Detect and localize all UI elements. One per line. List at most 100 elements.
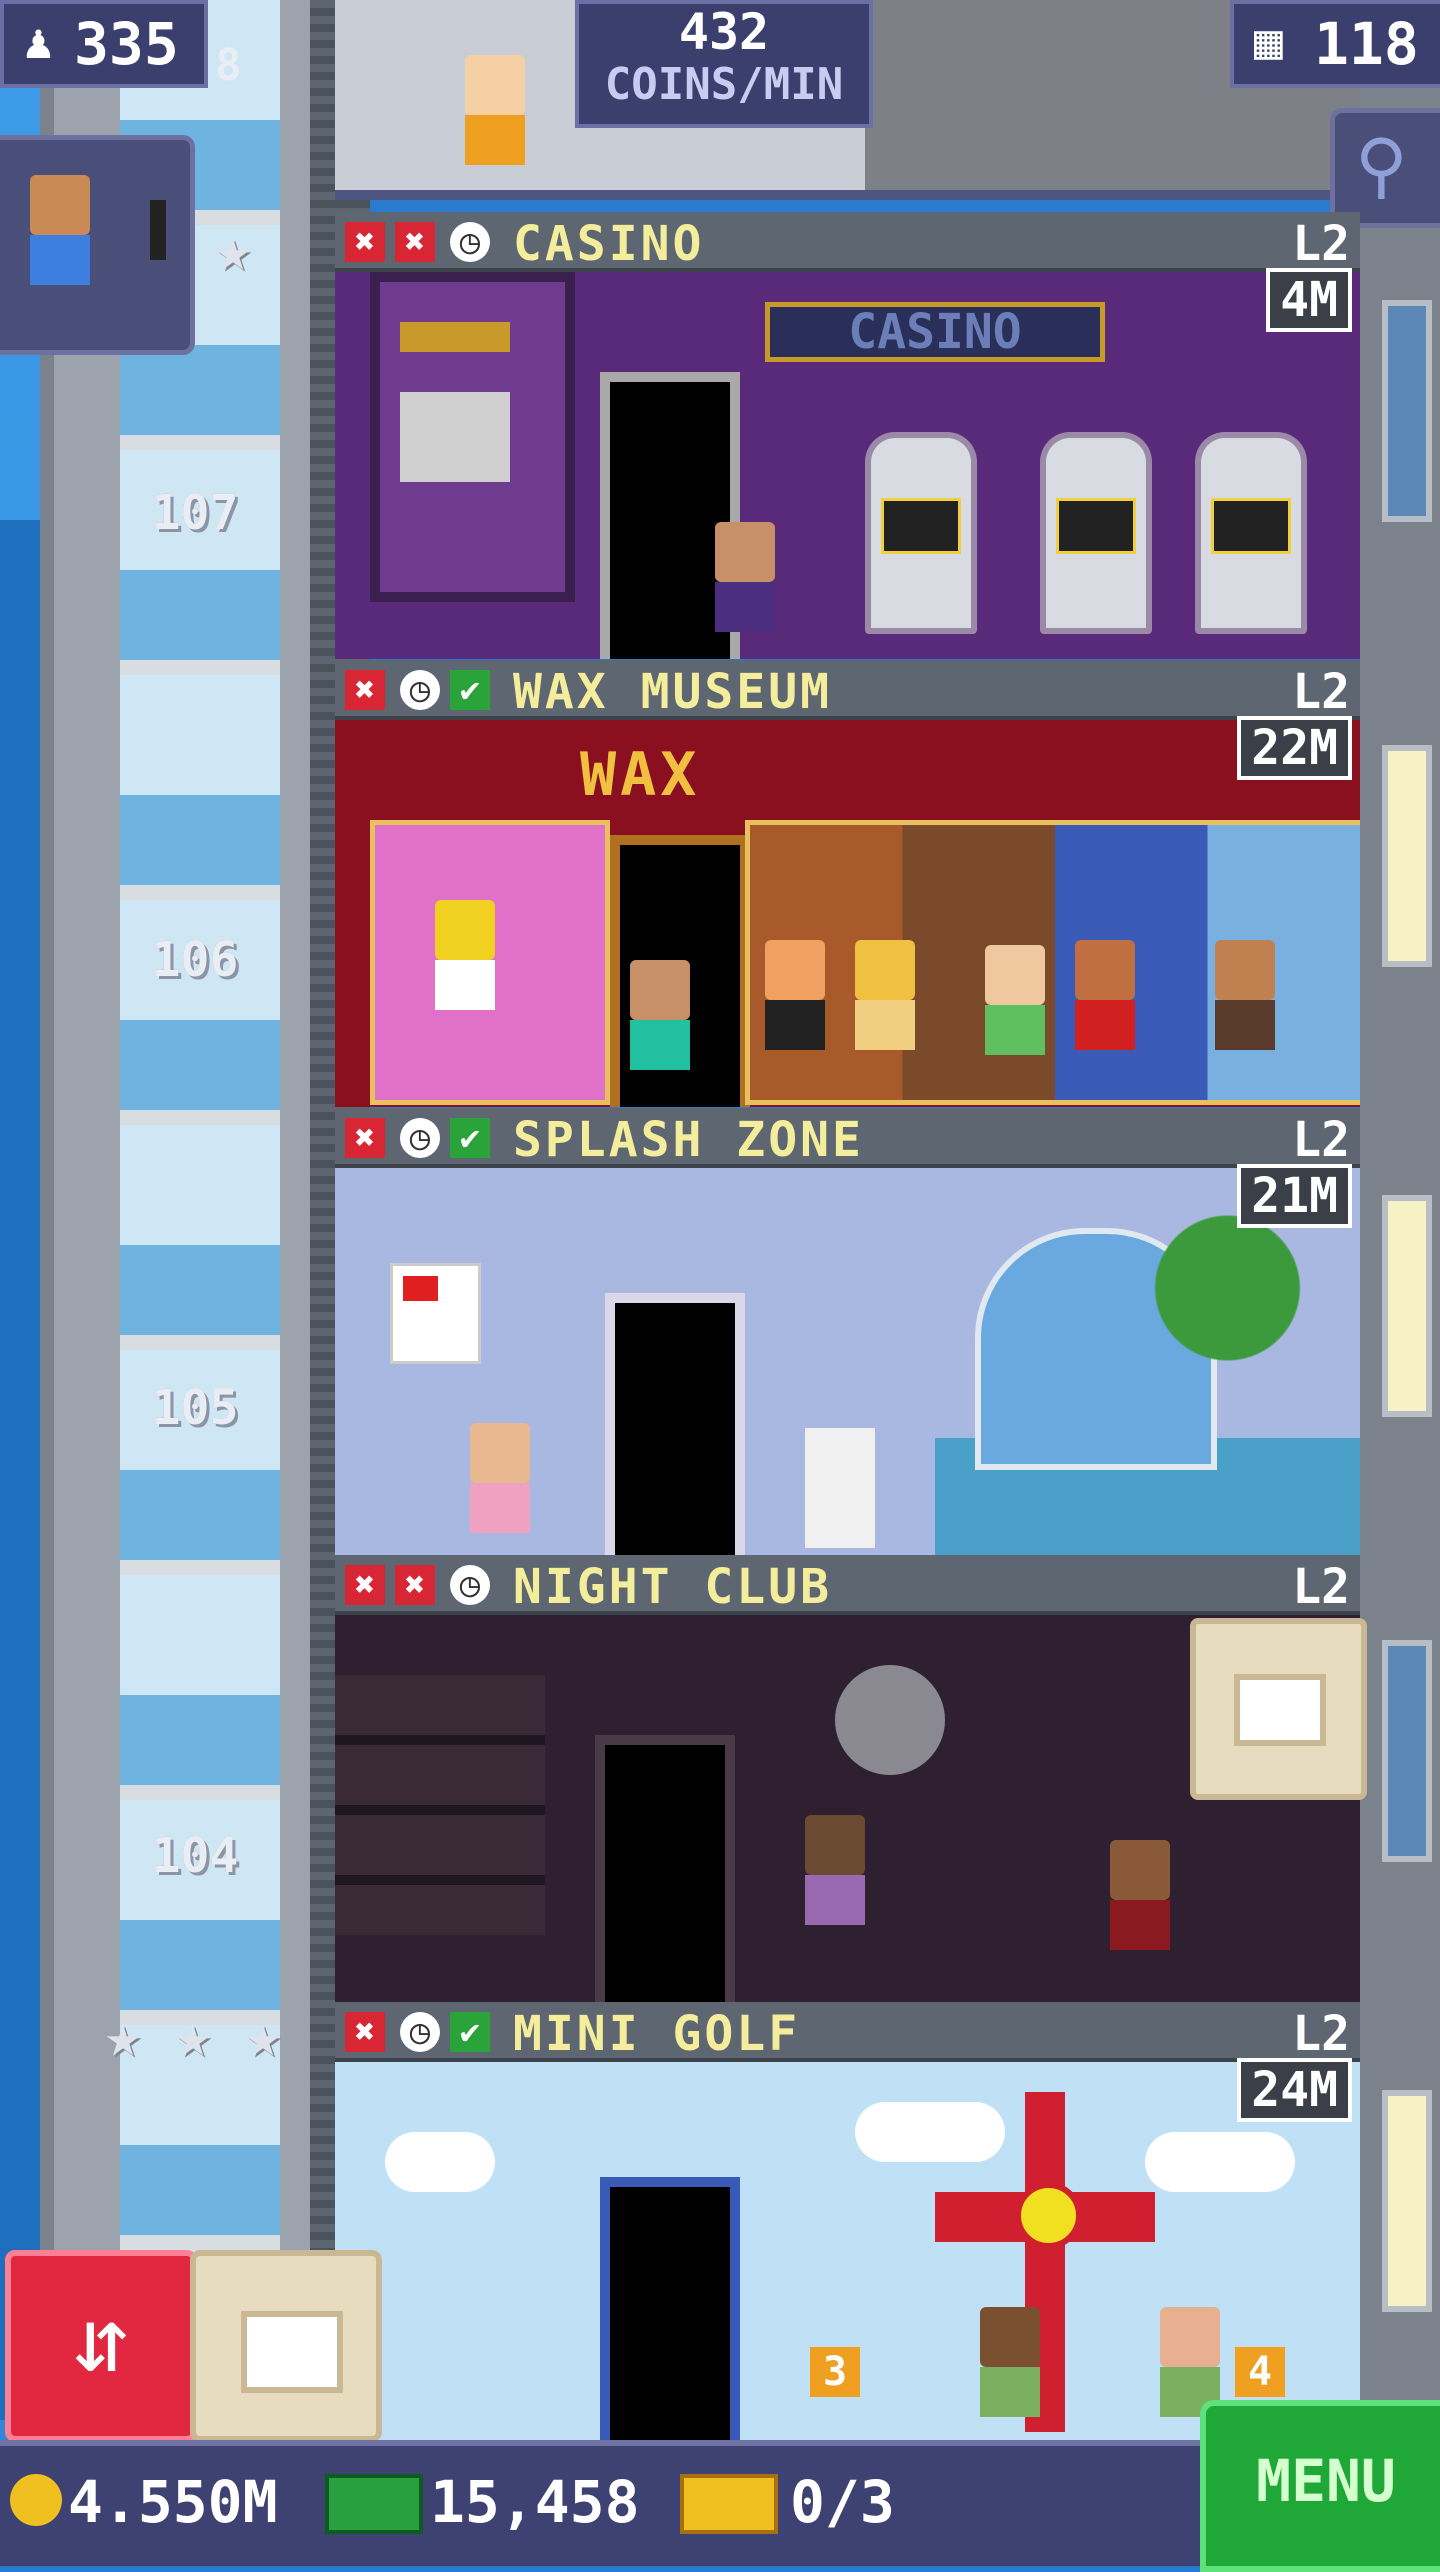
floor-number-106: 106 [151, 932, 239, 988]
cloud [385, 2132, 495, 2192]
missing-worker-icon: ✖ [345, 1565, 385, 1605]
clock-icon: ◷ [450, 1565, 490, 1605]
missing-worker-icon: ✖ [395, 222, 435, 262]
floor-casino[interactable]: ✖ ✖ ◷ CASINO L2 4M CASINO [335, 212, 1360, 659]
floor-number-104: 104 [151, 1828, 239, 1884]
missing-worker-icon: ✖ [345, 670, 385, 710]
floor-name: SPLASH ZONE [513, 1112, 864, 1168]
floor-mini-golf[interactable]: ✖ ◷ ✔ MINI GOLF L2 24M 3 4 [335, 2002, 1360, 2442]
windmill-hub [1015, 2182, 1082, 2249]
missing-worker-icon: ✖ [345, 1118, 385, 1158]
window [1382, 1640, 1432, 1862]
floors-counter[interactable]: ▦ 118 [1230, 0, 1440, 88]
alert-icon [150, 200, 166, 260]
casino-sign: CASINO [765, 302, 1105, 362]
floor-number-107: 107 [151, 485, 239, 541]
bitizen[interactable] [805, 1815, 865, 1925]
wax-figure [1215, 940, 1275, 1050]
floor-title-bar: ✖ ◷ ✔ MINI GOLF L2 [335, 2002, 1360, 2062]
notice-sheet [390, 1263, 481, 1364]
check-icon: ✔ [450, 1118, 490, 1158]
star-icon: ★ [244, 2001, 282, 2071]
slot-machine [1040, 432, 1152, 634]
room-interior: WAX [335, 720, 1360, 1107]
star-icon: ★ [104, 2001, 142, 2071]
floor-earnings-badge: 21M [1237, 1164, 1352, 1228]
floor-level: L2 [1292, 216, 1350, 272]
cash-icon [325, 2474, 423, 2534]
bux-value[interactable]: 15,458 [430, 2468, 640, 2536]
vault-panel [370, 272, 575, 602]
distant-building [0, 520, 40, 2420]
check-icon: ✔ [450, 2012, 490, 2052]
bitizen[interactable] [1110, 1840, 1170, 1950]
hole-marker: 4 [1235, 2347, 1285, 2397]
bitizen[interactable] [465, 55, 525, 165]
floor-title-bar: ✖ ✖ ◷ CASINO L2 [335, 212, 1360, 272]
stock-crate-button[interactable] [1190, 1618, 1367, 1800]
shaft-rail [40, 0, 54, 2560]
star-icon: ★ [174, 2001, 212, 2071]
bitizen[interactable] [470, 1423, 530, 1533]
restock-button[interactable] [190, 2250, 382, 2442]
floor-title-bar: ✖ ◷ ✔ SPLASH ZONE L2 [335, 1108, 1360, 1168]
vip-avatar [30, 175, 90, 285]
window [1382, 300, 1432, 522]
missing-worker-icon: ✖ [345, 2012, 385, 2052]
floor-earnings-badge: 22M [1237, 716, 1352, 780]
floor-night-club[interactable]: ✖ ✖ ◷ NIGHT CLUB L2 [335, 1555, 1367, 2002]
ticket-icon [680, 2474, 778, 2534]
clock-icon: ◷ [400, 2012, 440, 2052]
coins-per-min-label: COINS/MIN [604, 59, 844, 110]
room-interior [335, 1168, 1360, 1555]
population-value: 335 [74, 10, 179, 78]
bitizen[interactable] [630, 960, 690, 1070]
window [1382, 745, 1432, 967]
search-button[interactable]: ⚲ [1330, 108, 1440, 228]
menu-button[interactable]: MENU [1200, 2400, 1440, 2572]
tickets-value[interactable]: 0/3 [790, 2468, 895, 2536]
bitizen[interactable] [980, 2307, 1040, 2417]
window [1382, 1195, 1432, 1417]
bitizen[interactable] [715, 522, 775, 632]
floor-title-bar: ✖ ◷ ✔ WAX MUSEUM L2 [335, 660, 1360, 720]
room-interior: 3 4 [335, 2062, 1360, 2442]
cloud [855, 2102, 1005, 2162]
floor-divider [335, 190, 1360, 200]
magnifier-icon: ⚲ [1355, 123, 1408, 207]
wax-figure [765, 940, 825, 1050]
floor-level: L2 [1292, 1112, 1350, 1168]
clock-icon: ◷ [400, 1118, 440, 1158]
missing-worker-icon: ✖ [345, 222, 385, 262]
crate-icon [241, 2311, 343, 2393]
wax-figure [985, 945, 1045, 1055]
floor-earnings-badge: 4M [1266, 268, 1352, 332]
floor-wax-museum[interactable]: ✖ ◷ ✔ WAX MUSEUM L2 22M WAX [335, 660, 1360, 1107]
missing-worker-icon: ✖ [395, 1565, 435, 1605]
window [1382, 2090, 1432, 2312]
wax-figure [855, 940, 915, 1050]
coins-value: 4.550M [68, 2468, 278, 2536]
elevator-shaft[interactable] [40, 0, 370, 2560]
lifeguard-chair [805, 1428, 875, 1548]
room-door [605, 1293, 745, 1555]
cloud [1145, 2132, 1295, 2192]
wax-figure [1075, 940, 1135, 1050]
coins-per-min-panel: 432 COINS/MIN [575, 0, 873, 128]
crate-icon [1234, 1674, 1326, 1746]
building-icon: ▦ [1254, 14, 1283, 70]
disco-ball [835, 1665, 945, 1775]
elevator-glass [120, 0, 280, 2560]
bar-shelves [335, 1675, 545, 1935]
floor-name: MINI GOLF [513, 2006, 801, 2062]
elevator-button[interactable]: ⇵ [5, 2250, 197, 2442]
population-counter[interactable]: ♟ 335 [0, 0, 208, 88]
palm-tree [1095, 1208, 1360, 1408]
vip-visitor-panel[interactable] [0, 135, 195, 355]
floor-earnings-badge: 24M [1237, 2058, 1352, 2122]
slot-machine [1195, 432, 1307, 634]
clock-icon: ◷ [450, 222, 490, 262]
floor-splash-zone[interactable]: ✖ ◷ ✔ SPLASH ZONE L2 21M [335, 1108, 1360, 1555]
up-down-arrows-icon: ⇵ [73, 2288, 129, 2393]
floor-level: L2 [1292, 1559, 1350, 1615]
